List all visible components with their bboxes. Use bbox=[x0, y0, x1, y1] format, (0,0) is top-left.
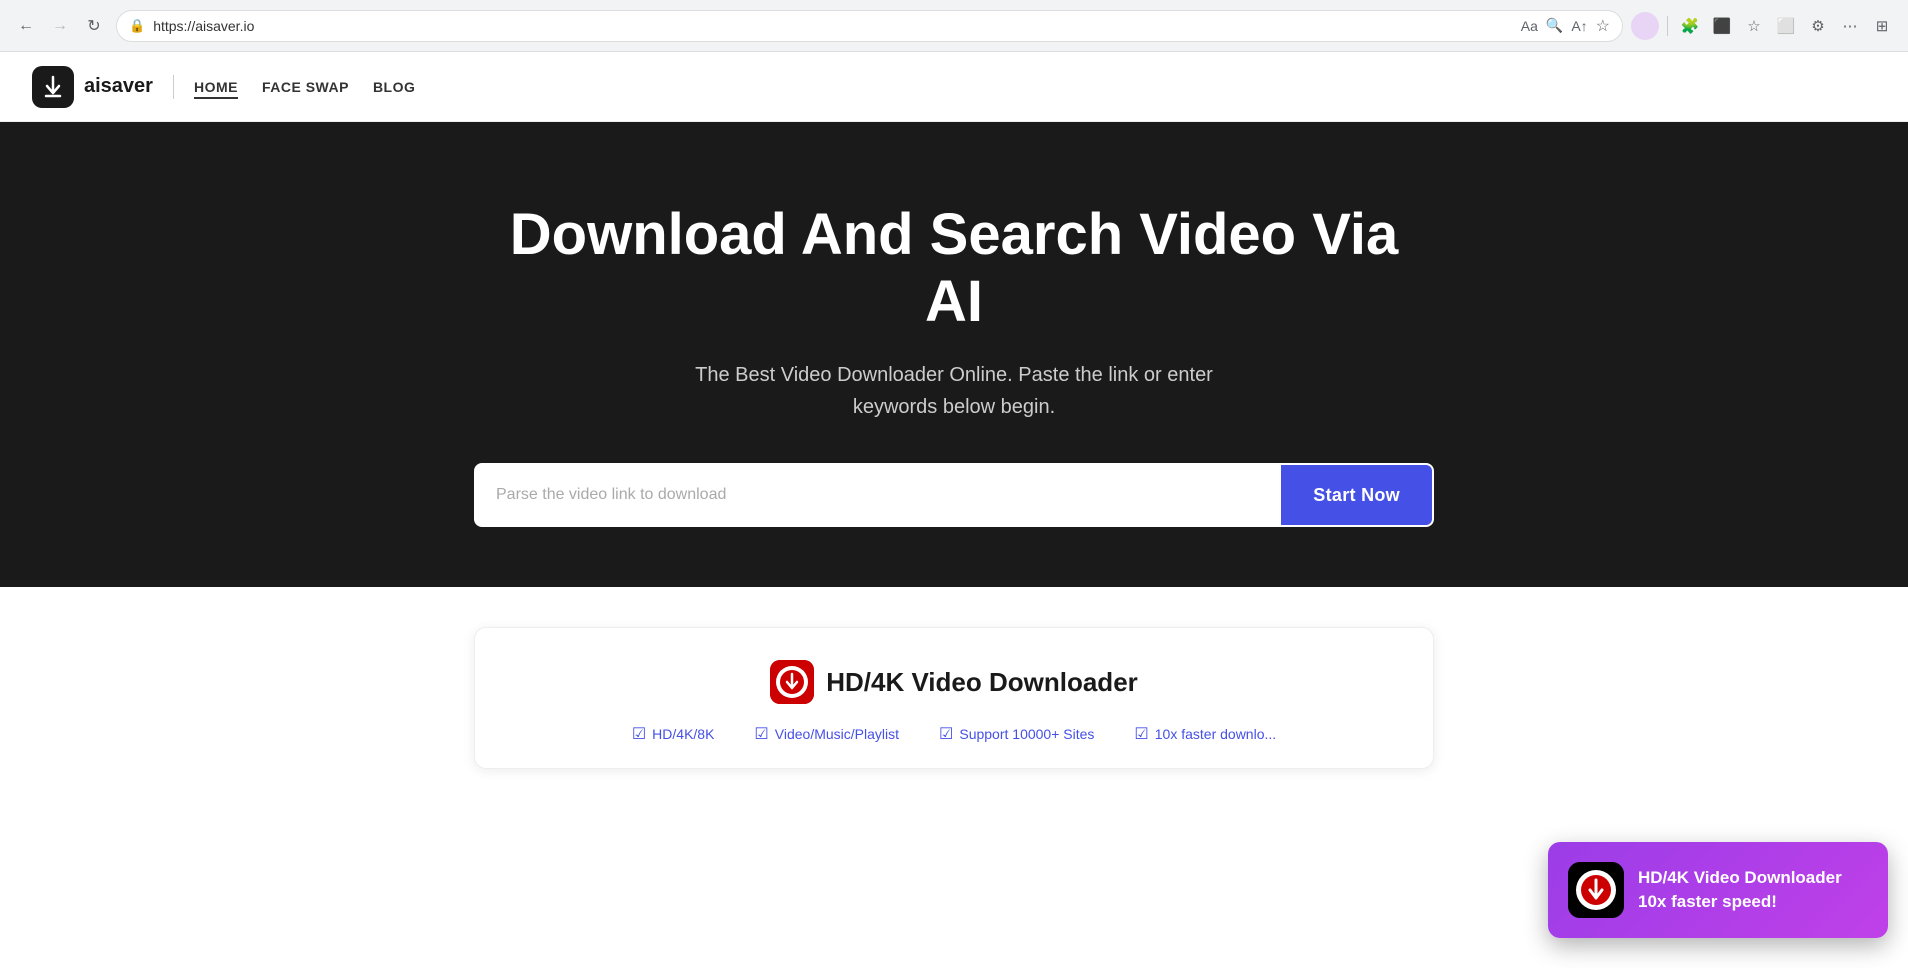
feature-item-1: ☑ Video/Music/Playlist bbox=[754, 724, 899, 744]
site-header: aisaver HOME FACE SWAP BLOG bbox=[0, 52, 1908, 122]
translate-icon: Aa bbox=[1521, 18, 1538, 34]
font-icon: A↑ bbox=[1571, 18, 1587, 34]
search-input[interactable] bbox=[476, 465, 1281, 525]
check-icon-1: ☑ bbox=[754, 724, 768, 744]
browser-toolbar-icons: 🧩 ⬛ ☆ ⬜ ⚙ ⋯ ⊞ bbox=[1631, 12, 1896, 40]
popup-app-icon bbox=[1568, 862, 1624, 918]
feature-label-1: Video/Music/Playlist bbox=[775, 726, 899, 742]
app-icon bbox=[770, 660, 814, 704]
refresh-icon: ↻ bbox=[87, 16, 100, 36]
feature-label-0: HD/4K/8K bbox=[652, 726, 714, 742]
forward-button[interactable]: → bbox=[46, 12, 74, 40]
sidebar-icon[interactable]: ⬛ bbox=[1708, 12, 1736, 40]
feature-item-2: ☑ Support 10000+ Sites bbox=[939, 724, 1094, 744]
copilot-icon[interactable]: ⚙ bbox=[1804, 12, 1832, 40]
popup-text-block: HD/4K Video Downloader 10x faster speed! bbox=[1638, 866, 1842, 914]
feature-section: HD/4K Video Downloader ☑ HD/4K/8K ☑ Vide… bbox=[0, 587, 1908, 769]
address-bar[interactable]: 🔒 https://aisaver.io Aa 🔍 A↑ ☆ bbox=[116, 10, 1623, 42]
feature-card-title-row: HD/4K Video Downloader bbox=[770, 660, 1138, 704]
logo-icon bbox=[32, 66, 74, 108]
forward-icon: → bbox=[52, 17, 68, 35]
tabs-icon[interactable]: ⬜ bbox=[1772, 12, 1800, 40]
profile-button[interactable] bbox=[1631, 12, 1659, 40]
popup-subtitle: 10x faster speed! bbox=[1638, 890, 1842, 914]
lock-icon: 🔒 bbox=[129, 18, 145, 34]
hero-title: Download And Search Video Via AI bbox=[504, 202, 1404, 335]
popup-title: HD/4K Video Downloader bbox=[1638, 866, 1842, 890]
check-icon-3: ☑ bbox=[1134, 724, 1148, 744]
more-icon[interactable]: ⋯ bbox=[1836, 12, 1864, 40]
nav-divider bbox=[173, 75, 174, 99]
extensions-icon[interactable]: 🧩 bbox=[1676, 12, 1704, 40]
hero-subtitle: The Best Video Downloader Online. Paste … bbox=[654, 359, 1254, 423]
start-now-button[interactable]: Start Now bbox=[1281, 465, 1432, 525]
collections-icon[interactable]: ☆ bbox=[1740, 12, 1768, 40]
check-icon-0: ☑ bbox=[632, 724, 646, 744]
nav-blog[interactable]: BLOG bbox=[373, 79, 415, 95]
star-icon: ☆ bbox=[1596, 16, 1610, 36]
feature-label-2: Support 10000+ Sites bbox=[959, 726, 1094, 742]
site-nav: HOME FACE SWAP BLOG bbox=[194, 79, 415, 95]
back-icon: ← bbox=[18, 17, 34, 35]
features-list: ☑ HD/4K/8K ☑ Video/Music/Playlist ☑ Supp… bbox=[632, 724, 1276, 744]
page-wrapper: aisaver HOME FACE SWAP BLOG Download And… bbox=[0, 52, 1908, 968]
refresh-button[interactable]: ↻ bbox=[80, 12, 108, 40]
feature-label-3: 10x faster downlo... bbox=[1155, 726, 1276, 742]
hero-section: Download And Search Video Via AI The Bes… bbox=[0, 122, 1908, 587]
new-tab-icon[interactable]: ⊞ bbox=[1868, 12, 1896, 40]
logo-area: aisaver bbox=[32, 66, 153, 108]
logo-text: aisaver bbox=[84, 75, 153, 98]
toolbar-divider bbox=[1667, 16, 1668, 36]
zoom-icon: 🔍 bbox=[1546, 17, 1563, 34]
feature-item-0: ☑ HD/4K/8K bbox=[632, 724, 715, 744]
feature-item-3: ☑ 10x faster downlo... bbox=[1134, 724, 1276, 744]
nav-home[interactable]: HOME bbox=[194, 79, 238, 95]
popup-banner[interactable]: HD/4K Video Downloader 10x faster speed! bbox=[1548, 842, 1888, 938]
feature-card: HD/4K Video Downloader ☑ HD/4K/8K ☑ Vide… bbox=[474, 627, 1434, 769]
search-bar-container: Start Now bbox=[474, 463, 1434, 527]
browser-chrome: ← → ↻ 🔒 https://aisaver.io Aa 🔍 A↑ ☆ 🧩 ⬛… bbox=[0, 0, 1908, 52]
nav-face-swap[interactable]: FACE SWAP bbox=[262, 79, 349, 95]
back-button[interactable]: ← bbox=[12, 12, 40, 40]
check-icon-2: ☑ bbox=[939, 724, 953, 744]
url-text: https://aisaver.io bbox=[153, 18, 1513, 34]
browser-nav-buttons: ← → ↻ bbox=[12, 12, 108, 40]
feature-card-title: HD/4K Video Downloader bbox=[826, 667, 1138, 698]
